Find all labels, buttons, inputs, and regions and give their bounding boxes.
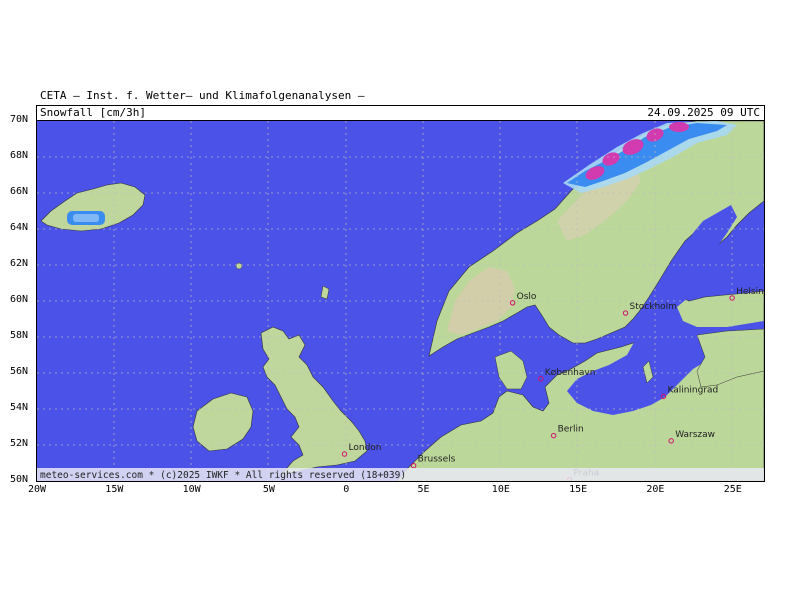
lon-tick-label: 15W [105, 484, 124, 495]
lat-tick-label: 50N [10, 474, 29, 485]
title-bar: Snowfall [cm/3h] 24.09.2025 09 UTC [36, 105, 765, 121]
lat-tick-label: 68N [10, 150, 29, 161]
city-label: Kaliningrad [667, 385, 718, 395]
lon-tick-label: 0 [343, 484, 350, 495]
map-panel: Oslo Stockholm Helsinki London København Kali… [36, 120, 765, 482]
city-label: Stockholm [630, 302, 677, 312]
city-label: Warszaw [675, 430, 715, 440]
lat-tick-label: 54N [10, 402, 29, 413]
lat-tick-label: 52N [10, 438, 29, 449]
lon-tick-label: 20W [28, 484, 47, 495]
city-label: København [545, 368, 596, 378]
city-label: Brussels [418, 455, 456, 465]
datetime-label: 24.09.2025 09 UTC [647, 106, 760, 119]
lon-tick-label: 10E [491, 484, 510, 495]
lat-tick-label: 60N [10, 294, 29, 305]
city-label: Oslo [517, 292, 537, 302]
lon-tick-label: 5E [417, 484, 430, 495]
lat-tick-label: 56N [10, 366, 29, 377]
map-canvas: Oslo Stockholm Helsinki London København Kali… [37, 121, 764, 481]
city-label: Berlin [558, 425, 584, 435]
city-label: London [349, 443, 382, 453]
lon-tick-label: 10W [182, 484, 201, 495]
lat-tick-label: 58N [10, 330, 29, 341]
lon-tick-label: 5W [262, 484, 275, 495]
parameter-label: Snowfall [cm/3h] [40, 106, 146, 119]
lat-tick-label: 64N [10, 222, 29, 233]
institute-title: CETA — Inst. f. Wetter— und Klimafolgena… [40, 89, 365, 102]
lon-tick-label: 15E [569, 484, 588, 495]
land-faroe [235, 262, 243, 270]
lat-tick-label: 66N [10, 186, 29, 197]
city-label: Helsinki [736, 287, 764, 297]
lon-tick-label: 20E [646, 484, 665, 495]
footer-credit: meteo-services.com * (c)2025 IWKF * All … [40, 470, 406, 481]
lat-tick-label: 62N [10, 258, 29, 269]
lat-tick-label: 70N [10, 114, 29, 125]
lon-tick-label: 25E [723, 484, 742, 495]
